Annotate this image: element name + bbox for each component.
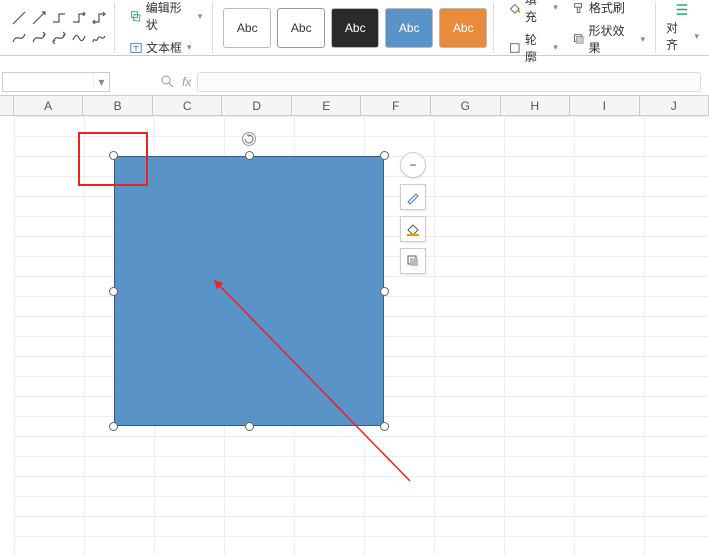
chevron-down-icon: ▾ xyxy=(187,42,192,53)
worksheet[interactable]: A B C D E F G H I J − xyxy=(0,96,709,555)
style-preset-3[interactable]: Abc xyxy=(331,8,379,48)
ribbon: 编辑形状 ▾ 文本框 ▾ Abc Abc Abc Abc Abc 填充 ▾ xyxy=(0,0,709,56)
col-header-J[interactable]: J xyxy=(640,96,709,115)
floating-toolbar: − xyxy=(400,152,426,274)
shape-effects-button[interactable]: 形状效果 ▾ xyxy=(568,20,649,58)
col-header-H[interactable]: H xyxy=(501,96,571,115)
style-presets-group: Abc Abc Abc Abc Abc xyxy=(217,2,494,53)
textbox-label: 文本框 xyxy=(146,39,182,56)
line-shapes-grid xyxy=(10,9,108,47)
line-shape-curve-arrow[interactable] xyxy=(30,29,48,47)
chevron-down-icon: ▾ xyxy=(640,34,645,45)
annotation-box xyxy=(78,132,148,186)
line-shapes-group xyxy=(4,2,115,53)
format-painter-label: 格式刷 xyxy=(589,0,625,16)
resize-handle-sw[interactable] xyxy=(109,422,118,431)
col-header-E[interactable]: E xyxy=(292,96,362,115)
align-button[interactable]: 对齐 ▾ xyxy=(666,19,699,53)
outline-icon xyxy=(508,41,522,55)
outline-label: 轮廓 xyxy=(525,31,548,65)
textbox-icon xyxy=(129,41,143,55)
resize-handle-ne[interactable] xyxy=(380,151,389,160)
format-painter-icon xyxy=(572,1,586,15)
col-header-D[interactable]: D xyxy=(222,96,292,115)
quick-shadow-button[interactable] xyxy=(400,248,426,274)
align-group: 对齐 ▾ xyxy=(660,2,705,53)
chevron-down-icon: ▾ xyxy=(553,42,558,53)
line-shape-curve-double[interactable] xyxy=(50,29,68,47)
style-preset-1[interactable]: Abc xyxy=(223,8,271,48)
line-shape-elbow-double[interactable] xyxy=(90,9,108,27)
line-shape-diag[interactable] xyxy=(10,9,28,27)
align-label: 对齐 xyxy=(666,19,689,53)
zoom-icon[interactable] xyxy=(160,74,176,90)
fx-label: fx xyxy=(182,75,191,89)
format-group: 填充 ▾ 轮廓 ▾ 格式刷 形状效果 ▾ xyxy=(498,2,656,53)
edit-shape-icon xyxy=(129,9,143,23)
column-headers: A B C D E F G H I J xyxy=(0,96,709,116)
quick-outline-button[interactable] xyxy=(400,184,426,210)
col-header-C[interactable]: C xyxy=(153,96,223,115)
col-header-F[interactable]: F xyxy=(361,96,431,115)
line-shape-elbow[interactable] xyxy=(50,9,68,27)
rotate-handle[interactable] xyxy=(242,132,256,146)
line-shape-scribble[interactable] xyxy=(90,29,108,47)
resize-handle-w[interactable] xyxy=(109,287,118,296)
effects-icon xyxy=(572,32,586,46)
annotation-arrow xyxy=(210,276,430,496)
line-shape-arrow[interactable] xyxy=(30,9,48,27)
textbox-button[interactable]: 文本框 ▾ xyxy=(125,37,206,58)
paint-bucket-icon xyxy=(405,221,421,237)
format-painter-button[interactable]: 格式刷 xyxy=(568,0,649,18)
name-box[interactable]: ▾ xyxy=(2,72,110,92)
align-icon xyxy=(672,2,692,17)
paint-bucket-icon xyxy=(508,1,522,15)
effects-label: 形状效果 xyxy=(589,22,636,56)
pen-icon xyxy=(405,189,421,205)
col-header-B[interactable]: B xyxy=(83,96,153,115)
shadow-icon xyxy=(405,253,421,269)
line-shape-curve[interactable] xyxy=(10,29,28,47)
rotate-icon xyxy=(244,134,254,144)
fill-label: 填充 xyxy=(525,0,548,25)
edit-shape-button[interactable]: 编辑形状 ▾ xyxy=(125,0,206,35)
col-header-I[interactable]: I xyxy=(570,96,640,115)
chevron-down-icon: ▾ xyxy=(198,11,203,22)
line-shape-freeform[interactable] xyxy=(70,29,88,47)
formula-bar: ▾ fx xyxy=(0,68,709,96)
name-box-dropdown-icon[interactable]: ▾ xyxy=(93,75,109,89)
line-shape-elbow-arrow[interactable] xyxy=(70,9,88,27)
quick-fill-button[interactable] xyxy=(400,216,426,242)
minus-icon: − xyxy=(409,158,416,172)
outline-button[interactable]: 轮廓 ▾ xyxy=(504,29,562,67)
shape-edit-group: 编辑形状 ▾ 文本框 ▾ xyxy=(119,2,213,53)
collapse-button[interactable]: − xyxy=(400,152,426,178)
chevron-down-icon: ▾ xyxy=(553,2,558,13)
style-preset-5[interactable]: Abc xyxy=(439,8,487,48)
style-preset-2[interactable]: Abc xyxy=(277,8,325,48)
select-all-corner[interactable] xyxy=(0,96,14,115)
formula-input[interactable] xyxy=(197,72,701,92)
edit-shape-label: 编辑形状 xyxy=(146,0,193,33)
col-header-G[interactable]: G xyxy=(431,96,501,115)
col-header-A[interactable]: A xyxy=(14,96,84,115)
chevron-down-icon: ▾ xyxy=(694,31,699,42)
fill-button[interactable]: 填充 ▾ xyxy=(504,0,562,27)
resize-handle-n[interactable] xyxy=(245,151,254,160)
style-preset-4[interactable]: Abc xyxy=(385,8,433,48)
